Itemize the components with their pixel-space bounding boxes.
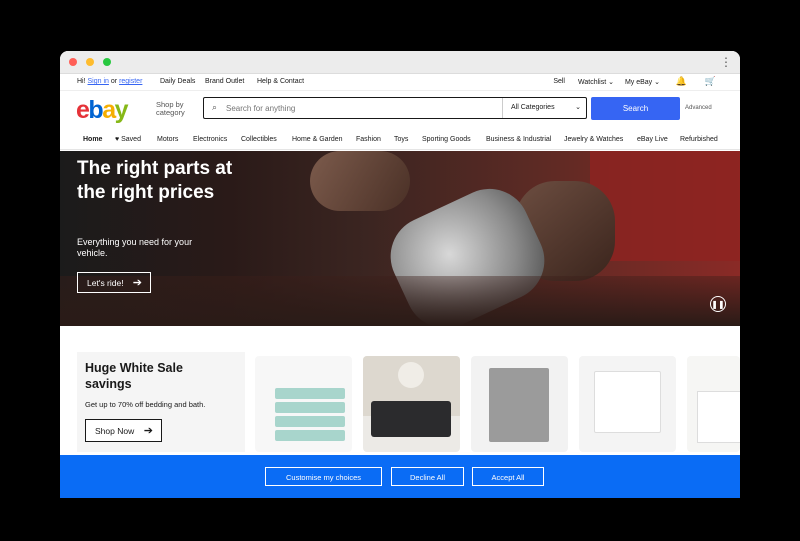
or-text: or: [110, 78, 118, 85]
brand-outlet-link[interactable]: Brand Outlet: [205, 78, 244, 85]
product-tile-sheets[interactable]: [255, 356, 352, 452]
search-box: ⌕ All Categories ⌄: [203, 97, 587, 119]
cookie-consent-bar: Customise my choices Decline All Accept …: [60, 455, 740, 498]
nav-saved-label: Saved: [121, 136, 141, 143]
nav-saved[interactable]: ♥ Saved: [115, 136, 141, 143]
hero-hand-left: [310, 151, 410, 211]
ebay-logo[interactable]: ebay: [76, 96, 129, 125]
product-tile-white-bed[interactable]: [687, 356, 740, 452]
cart-icon[interactable]: 🛒: [705, 76, 716, 87]
sell-link[interactable]: Sell: [553, 78, 565, 85]
sheet-stack: [275, 388, 345, 399]
lets-ride-button[interactable]: Let's ride! ➔: [77, 272, 151, 293]
product-tile-white-sheets[interactable]: [579, 356, 676, 452]
nav-jewelry-watches[interactable]: Jewelry & Watches: [564, 136, 623, 143]
hero-bench: [60, 276, 740, 326]
maximize-window-button[interactable]: [103, 58, 111, 66]
watchlist-link[interactable]: Watchlist ⌄: [578, 78, 614, 86]
window-titlebar: ⋮: [60, 51, 740, 74]
hero-title: The right parts at the right prices: [77, 158, 233, 203]
myebay-link[interactable]: My eBay ⌄: [625, 78, 660, 86]
product-tile-grey-sheets[interactable]: [471, 356, 568, 452]
shop-by-category-button[interactable]: Shop by category: [156, 101, 196, 117]
grey-sheet-pack: [489, 368, 549, 442]
nav-home-garden[interactable]: Home & Garden: [292, 136, 343, 143]
chevron-down-icon: ⌄: [575, 104, 581, 111]
white-bed: [697, 391, 740, 443]
nav-electronics[interactable]: Electronics: [193, 136, 227, 143]
nav-motors[interactable]: Motors: [157, 136, 178, 143]
search-input[interactable]: [224, 100, 498, 116]
hero-subtitle: Everything you need for your vehicle.: [77, 237, 193, 258]
category-label: All Categories: [511, 104, 555, 111]
nav-fashion[interactable]: Fashion: [356, 136, 381, 143]
more-options-icon[interactable]: ⋮: [720, 55, 732, 69]
sheet-stack: [275, 430, 345, 441]
shop-now-button[interactable]: Shop Now ➔: [85, 419, 162, 442]
decline-all-button[interactable]: Decline All: [391, 467, 464, 486]
minimize-window-button[interactable]: [86, 58, 94, 66]
pause-icon[interactable]: ❚❚: [710, 296, 726, 312]
register-link[interactable]: register: [119, 78, 142, 85]
promo-card: Huge White Sale savings Get up to 70% of…: [77, 352, 245, 452]
accept-all-button[interactable]: Accept All: [472, 467, 544, 486]
help-contact-link[interactable]: Help & Contact: [257, 78, 304, 85]
product-tile-bedroom[interactable]: [363, 356, 460, 452]
sheet-stack: [275, 402, 345, 413]
bedroom-mirror: [398, 362, 424, 388]
greeting: Hi! Sign in or register: [77, 78, 142, 85]
white-sheet-pack: [594, 371, 661, 433]
hero-banner[interactable]: The right parts at the right prices Ever…: [60, 151, 740, 326]
watchlist-label: Watchlist: [578, 79, 607, 86]
nav-home[interactable]: Home: [83, 136, 102, 143]
logo-a: a: [102, 96, 116, 124]
sheet-stack: [275, 416, 345, 427]
logo-e: e: [76, 96, 90, 124]
logo-b: b: [88, 96, 103, 124]
nav-ebay-live[interactable]: eBay Live: [637, 136, 668, 143]
customise-choices-button[interactable]: Customise my choices: [265, 467, 382, 486]
sign-in-link[interactable]: Sign in: [88, 78, 109, 85]
promo-text: Get up to 70% off bedding and bath.: [85, 400, 206, 409]
logo-y: y: [114, 96, 129, 124]
nav-toys[interactable]: Toys: [394, 136, 408, 143]
bedroom-bed: [371, 401, 451, 437]
shop-now-label: Shop Now: [95, 426, 135, 436]
category-select[interactable]: All Categories ⌄: [502, 98, 587, 118]
greeting-text: Hi!: [77, 78, 86, 85]
daily-deals-link[interactable]: Daily Deals: [160, 78, 195, 85]
nav-business-industrial[interactable]: Business & Industrial: [486, 136, 551, 143]
arrow-right-icon: ➔: [132, 277, 142, 289]
advanced-search-link[interactable]: Advanced: [685, 105, 712, 111]
header: ebay Shop by category ⌕ All Categories ⌄…: [60, 91, 740, 131]
nav-sporting-goods[interactable]: Sporting Goods: [422, 136, 471, 143]
nav-refurbished[interactable]: Refurbished: [680, 136, 718, 143]
top-bar: Hi! Sign in or register Daily Deals Bran…: [60, 74, 740, 91]
promo-title: Huge White Sale savings: [85, 361, 183, 391]
arrow-right-icon: ➔: [143, 425, 153, 437]
close-window-button[interactable]: [69, 58, 77, 66]
nav-collectibles[interactable]: Collectibles: [241, 136, 277, 143]
category-nav: Home ♥ Saved Motors Electronics Collecti…: [60, 131, 740, 150]
lets-ride-label: Let's ride!: [87, 278, 124, 288]
myebay-label: My eBay: [624, 79, 653, 86]
bell-icon[interactable]: 🔔: [676, 76, 687, 87]
browser-window: ⋮ Hi! Sign in or register Daily Deals Br…: [60, 51, 740, 498]
search-icon: ⌕: [212, 102, 218, 112]
search-button[interactable]: Search: [591, 97, 680, 120]
